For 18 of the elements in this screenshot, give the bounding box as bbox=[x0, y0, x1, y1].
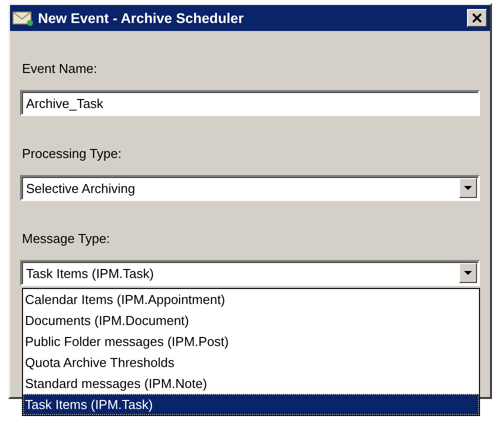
dropdown-option[interactable]: Task Items (IPM.Task) bbox=[23, 394, 479, 415]
dropdown-option[interactable]: Calendar Items (IPM.Appointment) bbox=[23, 289, 479, 310]
text-field[interactable]: Archive_Task bbox=[20, 90, 480, 116]
field-label: Processing Type: bbox=[21, 146, 122, 162]
dropdown-option[interactable]: Public Folder messages (IPM.Post) bbox=[23, 331, 479, 352]
close-button[interactable] bbox=[467, 9, 487, 27]
dropdown-option[interactable]: Documents (IPM.Document) bbox=[23, 310, 479, 331]
dropdown-option[interactable]: Standard messages (IPM.Note) bbox=[23, 373, 479, 394]
field-label: Message Type: bbox=[21, 231, 111, 247]
caret-icon bbox=[464, 271, 472, 275]
close-icon bbox=[472, 13, 482, 23]
dropdown-field[interactable]: Selective Archiving bbox=[20, 175, 480, 201]
field-label: Event Name: bbox=[21, 61, 98, 77]
caret-icon bbox=[464, 186, 472, 190]
dropdown-field[interactable]: Task Items (IPM.Task) bbox=[20, 260, 480, 286]
dropdown-option[interactable]: Quota Archive Thresholds bbox=[23, 352, 479, 373]
envelope-icon bbox=[12, 9, 34, 27]
window-title: New Event - Archive Scheduler bbox=[38, 10, 245, 26]
